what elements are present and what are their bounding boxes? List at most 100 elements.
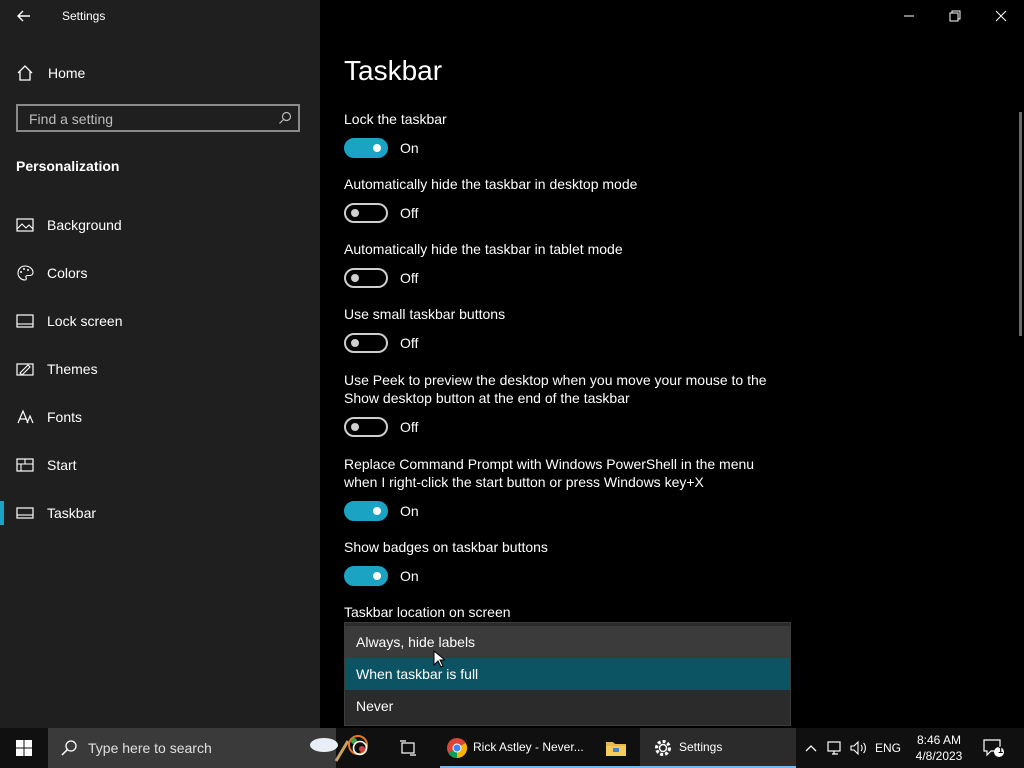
scrollbar[interactable] bbox=[1019, 112, 1022, 336]
powershell-toggle[interactable] bbox=[344, 501, 388, 521]
cortana-circle-icon bbox=[352, 740, 368, 756]
speaker-icon bbox=[850, 741, 866, 755]
gear-icon bbox=[655, 740, 671, 756]
minimize-button[interactable] bbox=[886, 0, 932, 32]
windows-taskbar: Type here to search Rick Astley - Never.… bbox=[0, 728, 1024, 768]
lock-screen-icon bbox=[16, 314, 34, 328]
toggle-state: Off bbox=[400, 205, 419, 221]
back-button[interactable] bbox=[14, 6, 34, 26]
search-text: Type here to search bbox=[88, 740, 212, 756]
taskbar-app-chrome[interactable]: Rick Astley - Never... bbox=[440, 728, 592, 768]
setting-label: Show badges on taskbar buttons bbox=[344, 539, 548, 555]
close-icon bbox=[995, 10, 1007, 22]
action-center-button[interactable]: 1 bbox=[976, 728, 1010, 768]
autohide-desktop-toggle[interactable] bbox=[344, 203, 388, 223]
input-language-button[interactable]: ENG bbox=[872, 728, 904, 768]
setting-label: Use small taskbar buttons bbox=[344, 306, 506, 322]
window-title: Settings bbox=[62, 9, 106, 23]
toggle-state: Off bbox=[400, 419, 419, 435]
sidebar-item-label: Taskbar bbox=[47, 505, 97, 521]
toggle-knob bbox=[373, 144, 381, 152]
setting-label: Lock the taskbar bbox=[344, 111, 447, 127]
chevron-up-icon bbox=[805, 745, 817, 752]
toggle-state: On bbox=[400, 140, 419, 156]
sidebar-item-label: Colors bbox=[47, 265, 88, 281]
cortana-button[interactable] bbox=[336, 728, 384, 768]
toggle-state: On bbox=[400, 503, 419, 519]
lock-taskbar-toggle-row: On bbox=[344, 137, 419, 159]
autohide-tablet-toggle[interactable] bbox=[344, 268, 388, 288]
taskbar-location-label: Taskbar location on screen bbox=[344, 604, 511, 620]
toggle-knob bbox=[351, 339, 359, 347]
toggle-knob bbox=[351, 209, 359, 217]
restore-icon bbox=[949, 10, 961, 22]
sidebar-item-taskbar[interactable]: Taskbar bbox=[0, 493, 320, 533]
sidebar-item-label: Start bbox=[47, 457, 77, 473]
mouse-cursor-icon bbox=[433, 650, 445, 668]
taskbar-app-file-explorer[interactable] bbox=[592, 728, 640, 768]
small-buttons-toggle[interactable] bbox=[344, 333, 388, 353]
find-setting-search[interactable] bbox=[16, 104, 300, 132]
back-arrow-icon bbox=[17, 10, 30, 22]
active-indicator bbox=[0, 501, 4, 525]
small-buttons-toggle-row: Off bbox=[344, 332, 418, 354]
powershell-toggle-row: On bbox=[344, 500, 419, 522]
task-view-button[interactable] bbox=[384, 728, 432, 768]
minimize-icon bbox=[904, 15, 914, 17]
file-explorer-icon bbox=[606, 742, 626, 756]
network-icon bbox=[827, 741, 841, 755]
clock-date: 4/8/2023 bbox=[915, 749, 963, 763]
sidebar-item-colors[interactable]: Colors bbox=[0, 253, 320, 293]
peek-toggle-row: Off bbox=[344, 416, 418, 438]
toggle-knob bbox=[351, 274, 359, 282]
network-tray-button[interactable] bbox=[824, 728, 846, 768]
page-title: Taskbar bbox=[344, 55, 443, 86]
setting-label: Replace Command Prompt with Windows Powe… bbox=[344, 456, 755, 490]
combine-buttons-dropdown[interactable]: Always, hide labels When taskbar is full… bbox=[344, 622, 791, 726]
sidebar-item-start[interactable]: Start bbox=[0, 445, 320, 485]
sidebar-item-label: Background bbox=[47, 217, 122, 233]
sidebar-item-label: Themes bbox=[47, 361, 98, 377]
sidebar-item-lock-screen[interactable]: Lock screen bbox=[0, 301, 320, 341]
toggle-state: Off bbox=[400, 270, 419, 286]
start-button[interactable] bbox=[0, 728, 48, 768]
search-icon bbox=[61, 740, 77, 756]
peek-toggle[interactable] bbox=[344, 417, 388, 437]
home-nav-item[interactable]: Home bbox=[16, 62, 85, 84]
setting-label: Automatically hide the taskbar in deskto… bbox=[344, 176, 638, 192]
task-view-icon bbox=[400, 740, 416, 756]
section-title: Personalization bbox=[16, 158, 120, 174]
clock[interactable]: 8:46 AM 4/8/2023 bbox=[912, 732, 966, 764]
badges-toggle-row: On bbox=[344, 565, 419, 587]
autohide-desktop-toggle-row: Off bbox=[344, 202, 418, 224]
sidebar-item-label: Fonts bbox=[47, 409, 83, 425]
toggle-knob bbox=[351, 423, 359, 431]
home-icon bbox=[17, 65, 33, 81]
toggle-knob bbox=[373, 572, 381, 580]
search-input[interactable] bbox=[27, 110, 271, 128]
sidebar-item-label: Lock screen bbox=[47, 313, 123, 329]
autohide-tablet-toggle-row: Off bbox=[344, 267, 418, 289]
sidebar-item-fonts[interactable]: Fonts bbox=[0, 397, 320, 437]
taskbar-search-box[interactable]: Type here to search bbox=[48, 728, 368, 768]
lock-taskbar-toggle[interactable] bbox=[344, 138, 388, 158]
setting-label: Automatically hide the taskbar in tablet… bbox=[344, 241, 623, 257]
taskbar-app-settings[interactable]: Settings bbox=[640, 728, 796, 768]
app-title: Settings bbox=[679, 740, 723, 754]
volume-tray-button[interactable] bbox=[848, 728, 870, 768]
toggle-knob bbox=[373, 507, 381, 515]
picture-icon bbox=[16, 218, 34, 232]
badges-toggle[interactable] bbox=[344, 566, 388, 586]
search-icon bbox=[279, 111, 292, 124]
taskbar-icon bbox=[16, 507, 34, 519]
restore-button[interactable] bbox=[932, 0, 978, 32]
dropdown-option[interactable]: Never bbox=[345, 690, 790, 722]
dropdown-option[interactable]: Always, hide labels bbox=[345, 626, 790, 658]
sidebar-item-background[interactable]: Background bbox=[0, 205, 320, 245]
sidebar-item-themes[interactable]: Themes bbox=[0, 349, 320, 389]
dropdown-option-selected[interactable]: When taskbar is full bbox=[345, 658, 790, 690]
chrome-icon bbox=[447, 738, 468, 759]
close-button[interactable] bbox=[978, 0, 1024, 32]
fonts-icon bbox=[17, 409, 34, 424]
show-hidden-icons-button[interactable] bbox=[800, 728, 822, 768]
